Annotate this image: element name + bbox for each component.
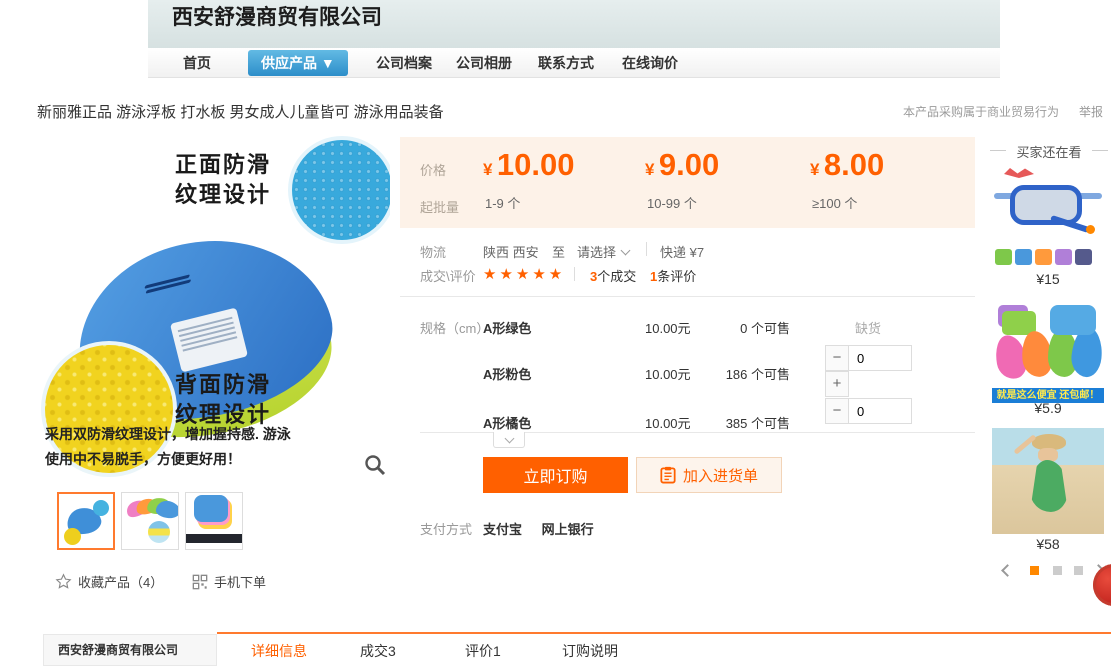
front-caption: 正面防滑 纹理设计: [175, 150, 271, 210]
thumbnail-3[interactable]: [185, 492, 243, 550]
payment-alipay[interactable]: 支付宝: [483, 522, 522, 537]
nav-inquiry[interactable]: 在线询价: [622, 48, 678, 78]
express-fee: 快递 ¥7: [660, 242, 704, 261]
front-texture-closeup-image: [292, 140, 390, 240]
payment-methods: 支付宝 网上银行: [483, 519, 610, 538]
shop-header-band: 西安舒漫商贸有限公司: [148, 0, 1000, 48]
batch-label: 起批量: [420, 197, 459, 216]
collect-label: 收藏产品（4）: [78, 572, 163, 591]
deals-label: 成交\评价: [420, 266, 476, 285]
mobile-order-label: 手机下单: [214, 572, 266, 591]
sidebar-title: 买家还在看: [990, 142, 1108, 161]
thumbnail-1[interactable]: [57, 492, 115, 550]
logistics-label: 物流: [420, 242, 446, 261]
add-to-cart-label: 加入进货单: [683, 465, 758, 486]
recommended-product-3-price: ¥58: [992, 536, 1104, 552]
nav-home[interactable]: 首页: [183, 48, 211, 78]
expand-sku-list-button[interactable]: [493, 432, 525, 448]
review-count[interactable]: 1条评价: [650, 266, 696, 285]
nav-company-profile[interactable]: 公司档案: [376, 48, 432, 78]
price-box: 价格 起批量 ¥ 10.00 1-9 个 ¥ 9.00 10-99 个 ¥ 8.…: [400, 137, 975, 228]
divider: [400, 296, 975, 297]
shop-name: 西安舒漫商贸有限公司: [172, 1, 382, 31]
tab-reviews[interactable]: 评价1: [465, 634, 501, 666]
detail-tabs: 详细信息 成交3 评价1 订购说明: [217, 632, 1111, 666]
tab-order-notes[interactable]: 订购说明: [562, 634, 618, 666]
nav-contact[interactable]: 联系方式: [538, 48, 594, 78]
destination-select[interactable]: 请选择: [577, 242, 629, 261]
chevron-down-icon: [621, 246, 631, 256]
tab-detail-info[interactable]: 详细信息: [251, 634, 307, 666]
pagination-dot-1[interactable]: [1030, 566, 1039, 575]
qty-minus-button-3[interactable]: −: [825, 398, 849, 424]
deal-count[interactable]: 3个成交: [590, 266, 636, 285]
trade-note: 本产品采购属于商业贸易行为: [903, 103, 1059, 120]
tab-deals[interactable]: 成交3: [360, 634, 396, 666]
chevron-down-icon: [504, 434, 514, 444]
logistics-to: 至: [552, 242, 565, 261]
sku-name-3: A形橘色: [483, 413, 531, 432]
spec-label: 规格（cm）: [420, 318, 489, 337]
sku-stock-2: 186 个可售: [670, 364, 790, 383]
rating-stars: ★★★★★: [483, 265, 565, 283]
qty-input-2[interactable]: [848, 345, 912, 371]
recommended-product-3-image[interactable]: [992, 428, 1104, 534]
payment-label: 支付方式: [420, 519, 472, 538]
nav-products[interactable]: 供应产品 ▼: [248, 50, 348, 76]
divider: [574, 267, 575, 281]
price-label: 价格: [420, 160, 446, 179]
back-caption: 背面防滑 纹理设计: [175, 370, 271, 430]
nav-company-album[interactable]: 公司相册: [456, 48, 512, 78]
add-to-cart-button[interactable]: 加入进货单: [636, 457, 782, 493]
recommended-product-1-price: ¥15: [992, 271, 1104, 287]
sku-stock-1: 0 个可售: [670, 318, 790, 337]
sku-name-1: A形绿色: [483, 318, 531, 337]
footer-company-name: 西安舒漫商贸有限公司: [43, 634, 217, 666]
recommended-product-1-image[interactable]: [992, 163, 1104, 269]
qty-plus-button-2[interactable]: +: [825, 371, 849, 397]
product-image: 正面防滑 纹理设计 背面防滑 纹理设计 采用双防滑纹理设计，增加握持感. 游泳 …: [37, 130, 390, 490]
pagination-dot-2[interactable]: [1053, 566, 1062, 575]
thumbnail-2[interactable]: [121, 492, 179, 550]
collect-product[interactable]: 收藏产品（4）: [55, 572, 163, 591]
order-now-button[interactable]: 立即订购: [483, 457, 628, 493]
qr-code-icon: [192, 574, 208, 590]
logistics-origin: 陕西 西安: [483, 242, 539, 261]
pagination-dot-3[interactable]: [1074, 566, 1083, 575]
sku-out-of-stock-1: 缺货: [855, 318, 881, 337]
recommended-product-2-image[interactable]: 就是这么便宜 还包邮！: [992, 297, 1104, 403]
sidebar-prev-icon[interactable]: [1001, 564, 1014, 577]
divider: [646, 242, 647, 256]
sku-stock-3: 385 个可售: [670, 413, 790, 432]
mobile-order[interactable]: 手机下单: [192, 572, 266, 591]
magnifier-icon[interactable]: [364, 454, 386, 476]
recommended-product-2-price: ¥5.9: [992, 400, 1104, 416]
shop-navbar: 首页 供应产品 ▼ 公司档案 公司相册 联系方式 在线询价: [148, 48, 1000, 78]
star-outline-icon: [55, 573, 72, 590]
feature-description: 采用双防滑纹理设计，增加握持感. 游泳 使用中不易脱手，方便更好用！: [45, 422, 291, 472]
qty-input-3[interactable]: [848, 398, 912, 424]
product-page: 西安舒漫商贸有限公司 首页 供应产品 ▼ 公司档案 公司相册 联系方式 在线询价…: [0, 0, 1111, 666]
report-link[interactable]: 举报: [1079, 103, 1103, 120]
sku-name-2: A形粉色: [483, 364, 531, 383]
payment-online-bank[interactable]: 网上银行: [542, 522, 594, 537]
qty-minus-button-2[interactable]: −: [825, 345, 849, 371]
clipboard-icon: [660, 466, 676, 484]
product-title: 新丽雅正品 游泳浮板 打水板 男女成人儿童皆可 游泳用品装备: [37, 101, 444, 122]
